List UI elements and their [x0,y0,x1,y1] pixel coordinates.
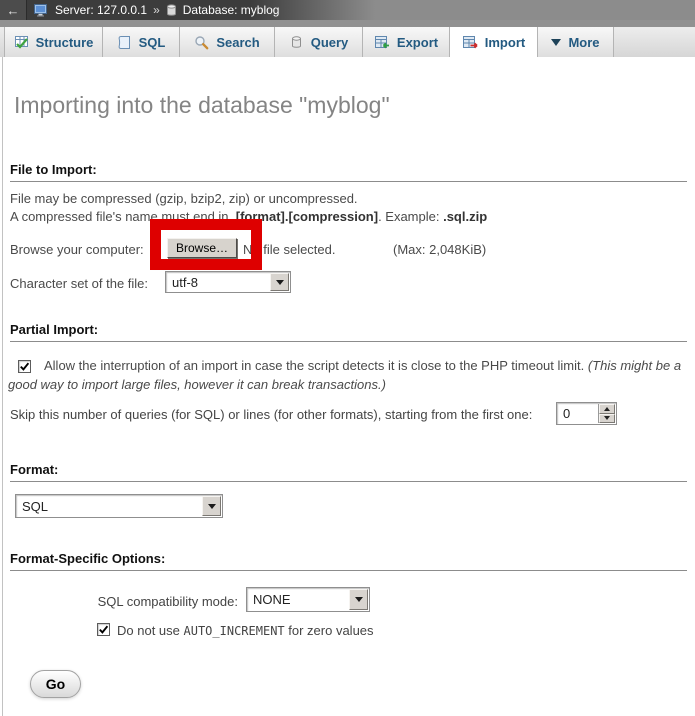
charset-label: Character set of the file: [10,276,148,291]
max-upload-size-text: (Max: 2,048KiB) [393,242,486,257]
compression-info-line2: A compressed file's name must end in .[f… [10,209,487,224]
tab-label: Export [397,35,438,50]
tab-import[interactable]: Import [450,27,538,57]
section-heading-format-specific: Format-Specific Options: [10,551,687,571]
dropdown-arrow-button[interactable] [349,589,368,610]
dropdown-arrow-button[interactable] [202,496,221,516]
caret-down-icon [276,280,284,285]
import-icon [462,35,478,50]
allow-interruption-checkbox[interactable] [18,360,31,373]
tab-label: More [568,35,599,50]
compression-info-line1: File may be compressed (gzip, bzip2, zip… [10,191,358,206]
spinner [598,404,615,423]
sql-compat-label: SQL compatibility mode: [0,594,238,609]
no-file-selected-text: No file selected. [243,242,336,257]
breadcrumb-bar: ← Server: 127.0.0.1 » Database: myblog [0,0,695,20]
tab-label: Import [485,35,525,50]
skip-queries-value: 0 [557,403,597,424]
page-title: Importing into the database "myblog" [14,92,390,119]
tab-sql[interactable]: SQL [103,27,180,57]
auto-increment-checkbox[interactable] [97,623,110,636]
server-monitor-icon [34,4,49,17]
tab-label: Search [216,35,259,50]
breadcrumb-server[interactable]: Server: 127.0.0.1 [55,3,147,17]
auto-increment-code: AUTO_INCREMENT [184,624,285,638]
tab-label: Query [311,35,349,50]
sql-compat-select[interactable]: NONE [246,587,370,612]
skip-queries-input[interactable]: 0 [556,402,617,425]
spinner-down-button[interactable] [599,414,615,424]
breadcrumb-database[interactable]: Database: myblog [183,3,280,17]
chevron-down-icon [551,39,561,46]
charset-select-value: utf-8 [166,272,269,292]
line2-text: . Example: [378,209,443,224]
caret-down-icon [604,416,610,420]
caret-down-icon [208,504,216,509]
checkmark-icon [98,624,109,635]
line2-format-pattern: .[format].[compression] [232,209,378,224]
structure-icon [14,35,29,50]
section-heading-file-to-import: File to Import: [10,162,687,182]
browse-computer-label: Browse your computer: [10,242,144,257]
content-left-border [2,57,3,716]
format-select[interactable]: SQL [15,494,223,518]
format-select-value: SQL [16,495,201,517]
section-heading-format: Format: [10,462,687,482]
database-icon [166,4,177,17]
allow-interruption-row: Allow the interruption of an import in c… [8,356,687,394]
tab-more[interactable]: More [538,27,614,57]
tab-bar-spacer [614,27,695,57]
tab-search[interactable]: Search [180,27,275,57]
query-cylinder-icon [289,35,304,50]
auto-increment-text: for zero values [285,623,374,638]
caret-down-icon [355,597,363,602]
tab-query[interactable]: Query [275,27,363,57]
tab-label: Structure [36,35,94,50]
skip-queries-label: Skip this number of queries (for SQL) or… [10,407,532,422]
sql-file-icon [117,35,132,50]
breadcrumb-separator: » [153,3,160,17]
tab-label: SQL [139,35,166,50]
header-gray-strip [0,20,695,27]
tab-bar: Structure SQL Search Query [0,27,695,57]
checkmark-icon [19,361,30,372]
auto-increment-text: Do not use [117,623,184,638]
spinner-up-button[interactable] [599,404,615,414]
caret-up-icon [604,407,610,411]
back-arrow-icon: ← [7,3,20,18]
auto-increment-label: Do not use AUTO_INCREMENT for zero value… [117,623,374,638]
breadcrumb: Server: 127.0.0.1 » Database: myblog [34,0,279,20]
export-icon [374,35,390,50]
back-button[interactable]: ← [0,0,27,20]
sql-compat-select-value: NONE [247,588,348,611]
dropdown-arrow-button[interactable] [270,273,289,291]
search-icon [194,35,209,50]
allow-interruption-label: Allow the interruption of an import in c… [44,358,588,373]
charset-select[interactable]: utf-8 [165,271,291,293]
tab-structure[interactable]: Structure [4,27,103,57]
section-heading-partial-import: Partial Import: [10,322,687,342]
browse-button[interactable]: Browse… [167,238,237,258]
go-button[interactable]: Go [30,670,81,698]
line2-example: .sql.zip [443,209,487,224]
tab-export[interactable]: Export [363,27,450,57]
line2-text: A compressed file's name must end in [10,209,232,224]
